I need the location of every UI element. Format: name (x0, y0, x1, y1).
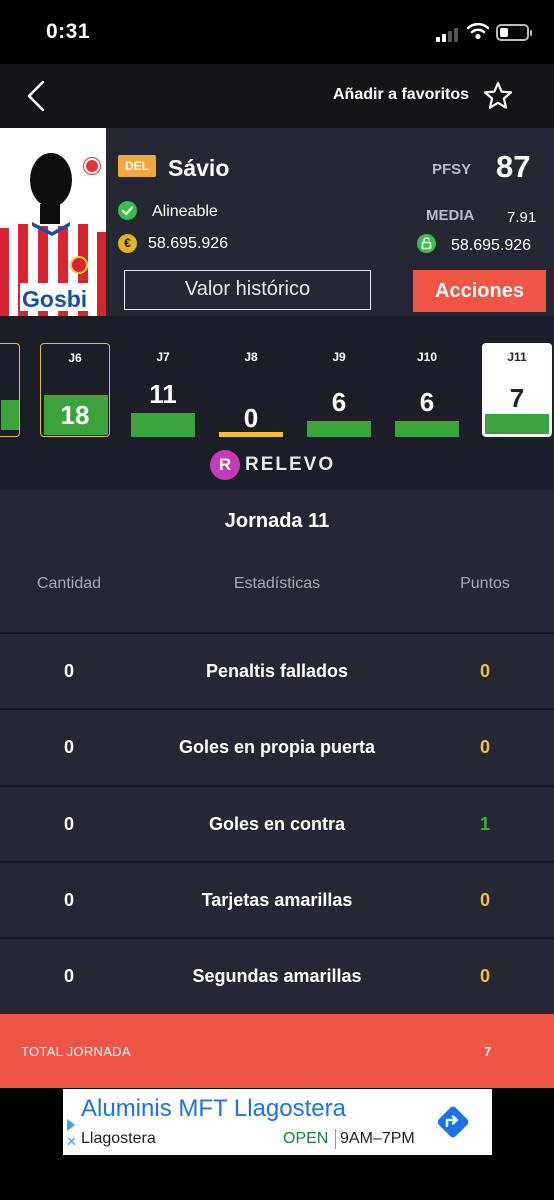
round-points: 11 (149, 379, 177, 409)
round-label: J9 (332, 350, 346, 364)
round-card-j8[interactable]: J8 0 (216, 343, 286, 437)
relevo-logo-icon: R (210, 450, 240, 480)
stat-name: Penaltis fallados (205, 661, 349, 681)
stat-points: 0 (479, 737, 490, 757)
round-points: 18 (60, 400, 90, 430)
position-badge: DEL (118, 155, 156, 177)
stat-qty: 0 (63, 737, 74, 757)
media-value: 7.91 (507, 209, 537, 226)
round-label: J8 (244, 350, 258, 364)
total-bar: TOTAL JORNADA 7 (0, 1014, 554, 1088)
stat-qty: 0 (63, 890, 74, 910)
directions-icon[interactable] (435, 1104, 471, 1140)
stat-row: 0 Goles en contra 1 (0, 785, 554, 861)
round-bar (219, 432, 283, 437)
stat-points: 1 (479, 814, 490, 834)
round-stats: Jornada 11 Cantidad Estadísticas Puntos … (0, 490, 554, 1014)
player-info: DEL Sávio PFSY 87 Alineable € 58.695.926… (106, 128, 554, 316)
stat-row: 0 Tarjetas amarillas 0 (0, 861, 554, 937)
player-card: Gosbi DEL Sávio PFSY 87 Alineable € 58.6… (0, 128, 554, 316)
player-status: Alineable (152, 203, 218, 220)
stat-name: Tarjetas amarillas (201, 890, 353, 910)
stat-name: Goles en contra (208, 814, 346, 834)
brand-name: RELEVO (245, 454, 336, 475)
pfsy-label: PFSY (432, 161, 472, 178)
value-history-button[interactable]: Valor histórico (124, 270, 371, 310)
ad-subtitle: Llagostera (81, 1130, 156, 1147)
round-bar (307, 421, 371, 437)
actions-button[interactable]: Acciones (413, 270, 546, 312)
ad-area: ✕ Aluminis MFT Llagostera Llagostera OPE… (0, 1088, 554, 1200)
ad-divider (335, 1129, 336, 1149)
star-icon[interactable] (482, 80, 514, 112)
brand-band: R RELEVO (0, 438, 554, 490)
add-to-favorites-label[interactable]: Añadir a favoritos (333, 86, 469, 104)
svg-text:Gosbi: Gosbi (22, 286, 87, 312)
ad-hours: 9AM–7PM (340, 1130, 415, 1147)
stat-qty: 0 (63, 966, 74, 986)
ad-banner[interactable]: ✕ Aluminis MFT Llagostera Llagostera OPE… (63, 1089, 492, 1155)
stat-points: 0 (479, 966, 490, 986)
round-bar (395, 421, 459, 437)
stat-qty: 0 (63, 661, 74, 681)
header-qty: Cantidad (36, 575, 102, 592)
status-time: 0:31 (46, 20, 91, 43)
round-bar (485, 414, 549, 434)
pfsy-value: 87 (496, 149, 531, 184)
header-stat: Estadísticas (233, 575, 321, 592)
round-label: J7 (156, 350, 170, 364)
player-silhouette-icon: Gosbi (0, 128, 106, 316)
round-points: 7 (509, 383, 525, 413)
header-points: Puntos (460, 575, 510, 592)
cellular-signal-icon (436, 26, 458, 42)
jornada-title: Jornada 11 (224, 510, 330, 532)
round-points: 0 (243, 403, 259, 433)
stat-points: 0 (479, 890, 490, 910)
round-points: 6 (419, 387, 435, 417)
player-name: Sávio (168, 155, 230, 181)
market-value: 58.695.926 (451, 237, 532, 254)
round-card-j9[interactable]: J9 6 (304, 343, 374, 437)
rounds-strip: J6 18 J7 11 J8 0 J9 6 J10 6 J11 7 (0, 316, 554, 438)
total-label: TOTAL JORNADA (21, 1044, 131, 1059)
stat-points: 0 (479, 661, 490, 681)
ad-title[interactable]: Aluminis MFT Llagostera (81, 1095, 346, 1123)
back-chevron-icon[interactable] (22, 78, 52, 114)
stat-row: 0 Penaltis fallados 0 (0, 632, 554, 708)
round-label: J11 (507, 350, 527, 364)
stat-qty: 0 (63, 814, 74, 834)
round-card-j6[interactable]: J6 18 (40, 343, 110, 437)
round-label: J10 (416, 350, 438, 364)
round-card-j11[interactable]: J11 7 (482, 343, 552, 437)
total-value: 7 (484, 1044, 492, 1059)
ad-choices-icon[interactable] (67, 1119, 75, 1131)
player-photo: Gosbi (0, 128, 106, 316)
unlock-icon (417, 234, 436, 253)
club-badge-icon (84, 158, 100, 174)
stat-name: Goles en propia puerta (178, 737, 376, 757)
ad-open-status: OPEN (283, 1130, 329, 1147)
stat-row: 0 Segundas amarillas 0 (0, 937, 554, 1013)
ad-close-icon[interactable]: ✕ (66, 1135, 77, 1149)
round-card-j7[interactable]: J7 11 (128, 343, 198, 437)
stat-row: 0 Goles en propia puerta 0 (0, 708, 554, 784)
player-value: 58.695.926 (148, 235, 229, 252)
round-bar (131, 413, 195, 437)
round-card-j10[interactable]: J10 6 (392, 343, 462, 437)
wifi-icon (467, 23, 489, 40)
round-label: J6 (68, 351, 82, 365)
euro-coin-icon: € (118, 234, 137, 253)
nav-bar: Añadir a favoritos (0, 64, 554, 128)
media-label: MEDIA (426, 207, 475, 224)
stat-name: Segundas amarillas (192, 966, 362, 986)
status-bar: 0:31 (0, 0, 554, 64)
round-points: 6 (331, 387, 347, 417)
battery-icon (496, 24, 532, 41)
check-circle-icon (118, 201, 137, 220)
round-card-partial[interactable] (0, 343, 20, 437)
